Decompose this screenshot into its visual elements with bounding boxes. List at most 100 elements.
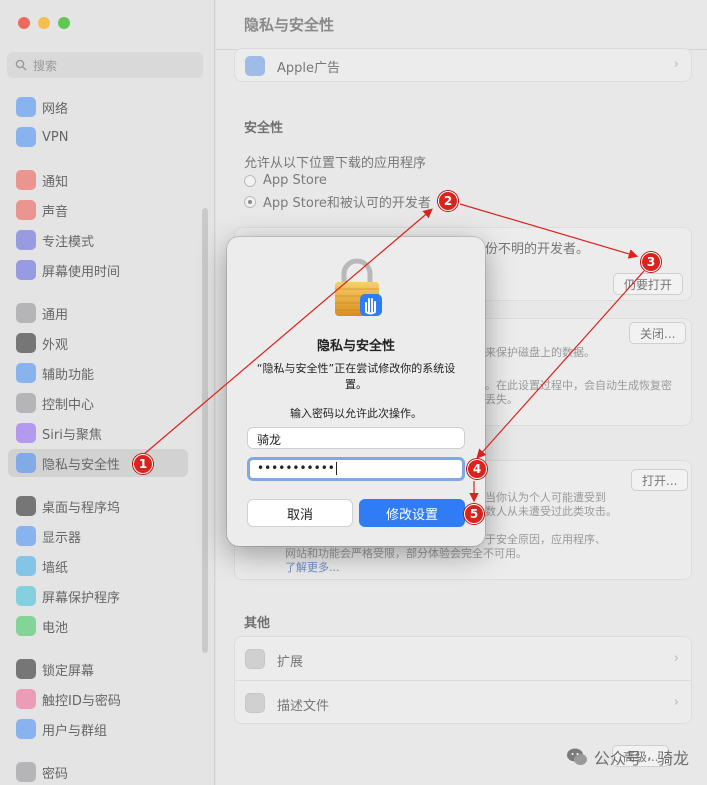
sidebar-item-label: 控制中心 bbox=[42, 397, 95, 413]
sidebar-item[interactable]: 通用 bbox=[8, 299, 188, 327]
users-icon bbox=[16, 719, 36, 739]
apple-ads-row[interactable]: Apple广告 › bbox=[234, 48, 692, 82]
sidebar-item[interactable]: 辅助功能 bbox=[8, 359, 188, 387]
gear-icon bbox=[16, 303, 36, 323]
open-anyway-button[interactable]: 仍要打开 bbox=[613, 273, 684, 295]
sidebar-item-label: VPN bbox=[42, 129, 69, 145]
siri-icon bbox=[16, 423, 36, 443]
dock-icon bbox=[16, 496, 36, 516]
sidebar-item[interactable]: Siri与聚焦 bbox=[8, 419, 188, 447]
sidebar-item[interactable]: 屏幕保护程序 bbox=[8, 582, 188, 610]
filevault-toggle-button[interactable]: 关闭... bbox=[629, 322, 687, 344]
vpn-icon bbox=[16, 127, 36, 147]
username-field[interactable]: 骑龙 bbox=[247, 427, 465, 449]
sidebar-item[interactable]: 墙纸 bbox=[8, 552, 188, 580]
radio-dot-selected bbox=[244, 195, 256, 208]
sidebar-item-label: 网络 bbox=[42, 101, 69, 117]
filevault-desc-3: 丢失。 bbox=[485, 393, 518, 406]
sidebar-item-label: 专注模式 bbox=[42, 234, 95, 250]
chevron-right-icon: › bbox=[673, 695, 679, 710]
modify-settings-button[interactable]: 修改设置 bbox=[359, 499, 465, 527]
profiles-row[interactable]: 描述文件 › bbox=[235, 681, 691, 725]
cancel-button[interactable]: 取消 bbox=[247, 499, 353, 527]
extensions-row[interactable]: 扩展 › bbox=[235, 637, 691, 681]
dialog-title: 隐私与安全性 bbox=[316, 339, 395, 354]
speaker-icon bbox=[16, 200, 36, 220]
sidebar-item[interactable]: 外观 bbox=[8, 329, 188, 357]
radio-identified-label: App Store和被认可的开发者 bbox=[263, 196, 431, 211]
others-heading: 其他 bbox=[244, 616, 271, 631]
sidebar-item-label: 电池 bbox=[42, 620, 69, 636]
sidebar-item[interactable]: 桌面与程序坞 bbox=[8, 492, 188, 520]
sidebar-item[interactable]: 控制中心 bbox=[8, 389, 188, 417]
sidebar-item[interactable]: 密码 bbox=[8, 758, 188, 785]
sidebar-item[interactable]: 锁定屏幕 bbox=[8, 655, 188, 683]
sidebar-item-label: 通用 bbox=[42, 307, 69, 323]
window-controls bbox=[18, 17, 70, 29]
radio-app-store[interactable]: App Store bbox=[244, 173, 327, 188]
accessibility-icon bbox=[16, 363, 36, 383]
watermark: 公众号 · 骑龙 bbox=[566, 745, 689, 769]
lock-icon bbox=[335, 258, 382, 316]
unknown-developer-text: 份不明的开发者。 bbox=[485, 242, 590, 257]
page-title: 隐私与安全性 bbox=[244, 16, 335, 34]
sidebar-item[interactable]: 隐私与安全性 bbox=[8, 449, 188, 477]
sidebar-item[interactable]: 声音 bbox=[8, 196, 188, 224]
sidebar-scrollbar[interactable] bbox=[202, 208, 208, 653]
step-badge-5: 5 bbox=[464, 504, 484, 524]
sun-icon bbox=[16, 526, 36, 546]
search-input[interactable]: 搜索 bbox=[7, 52, 203, 78]
sidebar-item-label: 用户与群组 bbox=[42, 723, 108, 739]
chevron-right-icon: › bbox=[673, 57, 679, 72]
zoom-window-button[interactable] bbox=[58, 17, 70, 29]
sidebar-item[interactable]: 网络 bbox=[8, 93, 188, 121]
megaphone-icon bbox=[245, 56, 265, 76]
moon-icon bbox=[16, 230, 36, 250]
filevault-desc-1: 来保护磁盘上的数据。 bbox=[485, 346, 595, 359]
apple-ads-label: Apple广告 bbox=[277, 61, 341, 76]
lock-icon bbox=[16, 659, 36, 679]
sidebar-item-label: 屏幕使用时间 bbox=[42, 264, 121, 280]
globe-icon bbox=[16, 97, 36, 117]
sidebar-item-label: 锁定屏幕 bbox=[42, 663, 95, 679]
sidebar-item[interactable]: 电池 bbox=[8, 612, 188, 640]
sidebar-item-label: 隐私与安全性 bbox=[42, 457, 121, 473]
sidebar-item[interactable]: 触控ID与密码 bbox=[8, 685, 188, 713]
radio-app-store-label: App Store bbox=[263, 173, 327, 188]
sidebar-item[interactable]: 屏幕使用时间 bbox=[8, 256, 188, 284]
bell-icon bbox=[16, 170, 36, 190]
auth-dialog: 隐私与安全性 “隐私与安全性”正在尝试修改你的系统设置。 输入密码以允许此次操作… bbox=[227, 237, 485, 546]
sidebar-item-label: 墙纸 bbox=[42, 560, 69, 576]
step-badge-3: 3 bbox=[641, 252, 661, 272]
search-placeholder: 搜索 bbox=[33, 58, 58, 73]
others-card: 扩展 › 描述文件 › bbox=[234, 636, 692, 724]
security-heading: 安全性 bbox=[244, 121, 284, 136]
appearance-icon bbox=[16, 333, 36, 353]
radio-identified-developers[interactable]: App Store和被认可的开发者 bbox=[244, 192, 431, 211]
sidebar-item-label: 显示器 bbox=[42, 530, 82, 546]
sidebar: 搜索 网络 VPN 通知声音专注模式屏幕使用时间 通用外观辅助功能控制中心 Siri与聚… bbox=[0, 0, 215, 785]
lockdown-open-button[interactable]: 打开... bbox=[631, 469, 689, 491]
sidebar-item[interactable]: VPN bbox=[8, 123, 188, 151]
sidebar-item-label: 通知 bbox=[42, 174, 69, 190]
close-window-button[interactable] bbox=[18, 17, 30, 29]
sidebar-item-label: 密码 bbox=[42, 766, 69, 782]
search-icon bbox=[15, 59, 27, 71]
profiles-label: 描述文件 bbox=[277, 699, 330, 714]
password-field[interactable]: ••••••••••• bbox=[247, 457, 465, 481]
allow-apps-label: 允许从以下位置下载的应用程序 bbox=[244, 156, 427, 171]
sidebar-item[interactable]: 用户与群组 bbox=[8, 715, 188, 743]
switches-icon bbox=[16, 393, 36, 413]
sidebar-item-label: 触控ID与密码 bbox=[42, 693, 121, 709]
dialog-message: “隐私与安全性”正在尝试修改你的系统设置。 bbox=[256, 362, 456, 391]
sidebar-item[interactable]: 通知 bbox=[8, 166, 188, 194]
learn-more-link[interactable]: 了解更多... bbox=[285, 559, 340, 575]
dialog-prompt: 输入密码以允许此次操作。 bbox=[290, 407, 422, 420]
sidebar-item[interactable]: 专注模式 bbox=[8, 226, 188, 254]
sidebar-item-label: 声音 bbox=[42, 204, 69, 220]
minimize-window-button[interactable] bbox=[38, 17, 50, 29]
extensions-label: 扩展 bbox=[277, 655, 304, 670]
sidebar-item-label: 辅助功能 bbox=[42, 367, 95, 383]
sidebar-item[interactable]: 显示器 bbox=[8, 522, 188, 550]
extensions-icon bbox=[245, 649, 265, 669]
